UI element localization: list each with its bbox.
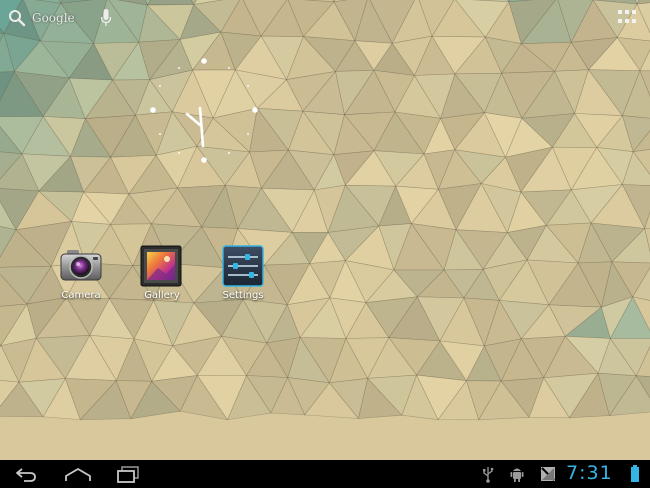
- analog-clock-widget[interactable]: [142, 50, 266, 174]
- clock-marker-6: [201, 157, 207, 163]
- settings-label: Settings: [222, 290, 264, 301]
- notification-icon[interactable]: [540, 464, 556, 484]
- clock-marker-12: [201, 58, 207, 64]
- microphone-icon[interactable]: [100, 8, 112, 28]
- battery-icon[interactable]: [630, 464, 640, 484]
- home-screen: Google Camera Gallery Settings 7:31: [0, 0, 650, 488]
- clock-marker-3: [252, 107, 258, 113]
- gallery-label: Gallery: [144, 290, 180, 301]
- back-icon[interactable]: [14, 464, 38, 484]
- status-clock[interactable]: 7:31: [566, 462, 613, 484]
- camera-icon: [60, 250, 102, 281]
- android-debug-icon: [510, 468, 524, 482]
- clock-minute-hand: [198, 106, 205, 148]
- settings-shortcut[interactable]: Settings: [203, 244, 283, 308]
- clock-face: [150, 58, 258, 163]
- system-bar: 7:31: [0, 460, 650, 488]
- gallery-icon: [140, 245, 182, 287]
- search-icon: [9, 10, 26, 27]
- gallery-shortcut[interactable]: Gallery: [122, 244, 202, 308]
- usb-icon: [483, 467, 494, 483]
- home-icon[interactable]: [64, 464, 92, 484]
- recent-apps-icon[interactable]: [116, 464, 140, 484]
- google-search-bar[interactable]: Google: [8, 8, 75, 28]
- all-apps-icon[interactable]: [618, 10, 636, 24]
- settings-icon: [222, 245, 264, 287]
- wallpaper: [0, 0, 650, 460]
- camera-shortcut[interactable]: Camera: [41, 244, 121, 308]
- search-label: Google: [32, 11, 75, 25]
- clock-marker-9: [150, 107, 156, 113]
- clock-hour-hand: [185, 112, 202, 127]
- camera-label: Camera: [61, 290, 101, 301]
